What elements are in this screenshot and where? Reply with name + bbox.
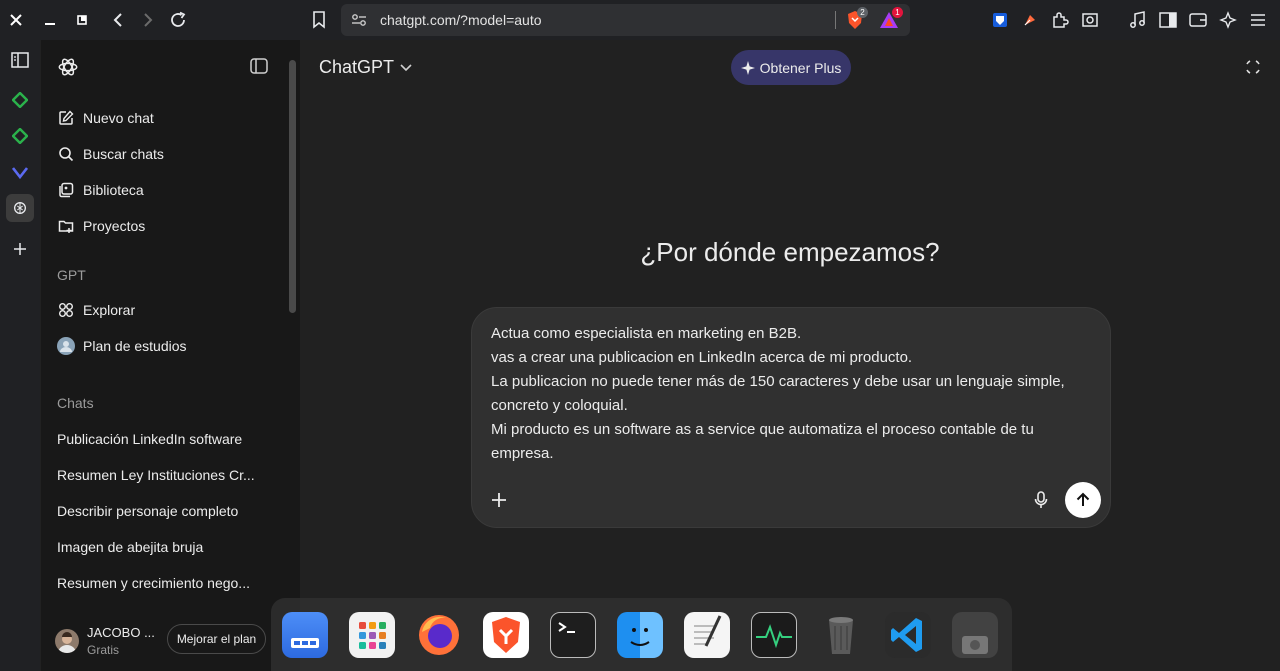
- sidebar-toggle-icon[interactable]: [1156, 8, 1180, 32]
- arrow-up-icon: [1075, 492, 1091, 508]
- library-button[interactable]: Biblioteca: [49, 173, 285, 207]
- page-title: ¿Por dónde empezamos?: [640, 237, 940, 267]
- brave-rewards-icon[interactable]: 1: [879, 7, 903, 29]
- feedly-icon-2[interactable]: [6, 122, 34, 150]
- trash-icon[interactable]: [818, 612, 864, 658]
- firefox-icon[interactable]: [416, 612, 462, 658]
- reload-icon[interactable]: [166, 8, 190, 32]
- nav-label: Explorar: [83, 302, 136, 318]
- site-settings-icon[interactable]: [351, 13, 367, 27]
- chat-history-item[interactable]: Publicación LinkedIn software: [57, 431, 257, 447]
- rewards-count: 1: [892, 7, 903, 18]
- new-chat-button[interactable]: Nuevo chat: [49, 101, 285, 135]
- chat-history-item[interactable]: Describir personaje completo: [57, 503, 257, 519]
- avatar[interactable]: [55, 629, 79, 653]
- screenshot-tool-icon[interactable]: [1078, 8, 1102, 32]
- minimize-icon[interactable]: [38, 8, 62, 32]
- wallet-icon[interactable]: [1186, 8, 1210, 32]
- vscode-icon[interactable]: [885, 612, 931, 658]
- sparkle-icon: [740, 60, 755, 75]
- temporary-chat-icon[interactable]: [1244, 58, 1262, 76]
- divider: [835, 11, 836, 29]
- bitwarden-icon[interactable]: [988, 8, 1012, 32]
- grid-icon: [57, 301, 75, 319]
- app-shortcut-icon[interactable]: [6, 158, 34, 186]
- back-icon[interactable]: [106, 8, 130, 32]
- app-grid-icon[interactable]: [349, 612, 395, 658]
- nav-label: Proyectos: [83, 218, 146, 234]
- bookmark-icon[interactable]: [307, 8, 331, 32]
- user-plan: Gratis: [87, 643, 120, 657]
- projects-button[interactable]: Proyectos: [49, 209, 285, 243]
- prompt-composer[interactable]: Actua como especialista en marketing en …: [471, 307, 1111, 528]
- edit-icon: [57, 109, 75, 127]
- media-icon[interactable]: [1126, 8, 1150, 32]
- nav-label: Biblioteca: [83, 182, 144, 198]
- prompt-input[interactable]: Actua como especialista en marketing en …: [491, 322, 1091, 466]
- screenshot-app-icon[interactable]: [952, 612, 998, 658]
- dock: [271, 598, 1012, 671]
- search-icon: [57, 145, 75, 163]
- gpt-section-heading: GPT: [57, 267, 86, 283]
- menu-icon[interactable]: [1246, 8, 1270, 32]
- nav-label: Nuevo chat: [83, 110, 154, 126]
- chevron-down-icon: [400, 63, 412, 72]
- finder-icon[interactable]: [617, 612, 663, 658]
- close-window-icon[interactable]: [4, 8, 28, 32]
- user-name: JACOBO ...: [87, 625, 155, 640]
- get-plus-label: Obtener Plus: [759, 59, 842, 76]
- explore-gpts-button[interactable]: Explorar: [49, 293, 285, 327]
- browser-toolbar: chatgpt.com/?model=auto 2 1: [0, 0, 1280, 40]
- gpt-avatar: [57, 337, 75, 355]
- send-button[interactable]: [1065, 482, 1101, 518]
- terminal-icon[interactable]: [550, 612, 596, 658]
- chatgpt-sidebar: Nuevo chat Buscar chats Biblioteca Proye…: [41, 40, 300, 671]
- feedly-icon[interactable]: [6, 86, 34, 114]
- chat-history-item[interactable]: Resumen y crecimiento nego...: [57, 575, 257, 591]
- gpt-plan-de-estudios[interactable]: Plan de estudios: [49, 329, 285, 363]
- user-menu[interactable]: JACOBO ... Gratis Mejorar el plan: [41, 610, 300, 671]
- shields-count: 2: [857, 7, 868, 18]
- search-chats-button[interactable]: Buscar chats: [49, 137, 285, 171]
- sidebar-panel-icon[interactable]: [6, 46, 34, 74]
- nav-label: Buscar chats: [83, 146, 164, 162]
- files-app-icon[interactable]: [282, 612, 328, 658]
- chat-history-item[interactable]: Imagen de abejita bruja: [57, 539, 257, 555]
- chat-history-item[interactable]: Resumen Ley Instituciones Cr...: [57, 467, 257, 483]
- folder-plus-icon: [57, 217, 75, 235]
- upgrade-plan-button[interactable]: Mejorar el plan: [167, 624, 266, 654]
- restore-icon[interactable]: [70, 8, 94, 32]
- chatgpt-panel-icon[interactable]: [6, 194, 34, 222]
- close-sidebar-icon[interactable]: [250, 58, 268, 74]
- browser-sidebar-rail: [0, 40, 40, 671]
- leo-ai-icon[interactable]: [1216, 8, 1240, 32]
- add-panel-icon[interactable]: [6, 235, 34, 263]
- nav-label: Plan de estudios: [83, 338, 187, 354]
- brave-shields-icon[interactable]: 2: [846, 7, 868, 30]
- address-bar[interactable]: chatgpt.com/?model=auto 2 1: [341, 4, 910, 36]
- model-selector[interactable]: ChatGPT: [319, 57, 412, 78]
- forward-icon[interactable]: [136, 8, 160, 32]
- chats-section-heading: Chats: [57, 395, 94, 411]
- extensions-puzzle-icon[interactable]: [1048, 8, 1072, 32]
- microphone-icon[interactable]: [1034, 491, 1048, 509]
- model-name: ChatGPT: [319, 57, 395, 77]
- sidebar-scrollbar[interactable]: [289, 60, 296, 313]
- system-monitor-icon[interactable]: [751, 612, 797, 658]
- get-plus-button[interactable]: Obtener Plus: [731, 50, 851, 85]
- attach-plus-icon[interactable]: [491, 492, 507, 508]
- library-icon: [57, 181, 75, 199]
- url-text[interactable]: chatgpt.com/?model=auto: [380, 12, 542, 28]
- extension-icon[interactable]: [1018, 8, 1042, 32]
- openai-logo-icon[interactable]: [57, 56, 79, 78]
- text-editor-icon[interactable]: [684, 612, 730, 658]
- brave-browser-icon[interactable]: [483, 612, 529, 658]
